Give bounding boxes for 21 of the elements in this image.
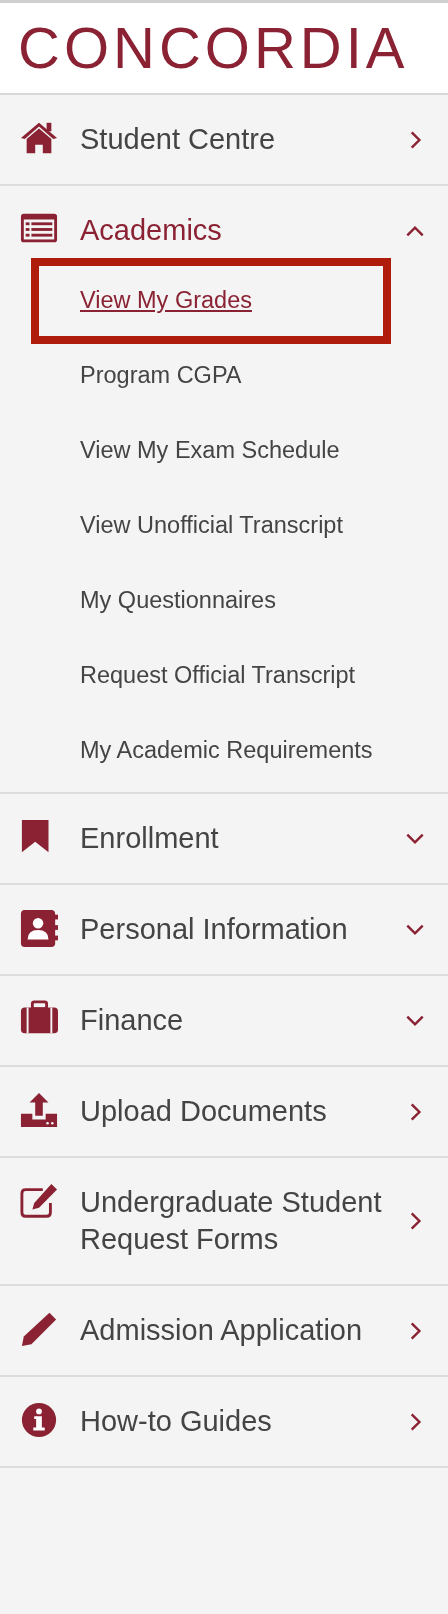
edit-icon	[20, 1182, 58, 1220]
upload-icon	[20, 1091, 58, 1129]
submenu-link[interactable]: Program CGPA	[80, 356, 242, 395]
menu-item[interactable]: Academics	[0, 186, 448, 263]
contact-book-icon	[20, 909, 58, 947]
submenu-link[interactable]: View Unofficial Transcript	[80, 506, 343, 545]
info-icon	[20, 1401, 58, 1439]
menu-item[interactable]: Finance	[0, 976, 448, 1065]
menu-item[interactable]: Personal Information	[0, 885, 448, 974]
submenu-link[interactable]: My Questionnaires	[80, 581, 276, 620]
submenu-link[interactable]: View My Exam Schedule	[80, 431, 340, 470]
menu-item[interactable]: Admission Application	[0, 1286, 448, 1375]
menu-item[interactable]: Undergraduate Student Request Forms	[0, 1158, 448, 1284]
pencil-icon	[20, 1310, 58, 1348]
submenu-link[interactable]: My Academic Requirements	[80, 731, 373, 770]
menu-item[interactable]: Enrollment	[0, 794, 448, 883]
submenu-link[interactable]: Request Official Transcript	[80, 656, 356, 695]
submenu-link[interactable]: View My Grades	[80, 281, 252, 320]
menu-item[interactable]: Student Centre	[0, 95, 448, 184]
menu-item[interactable]: How-to Guides	[0, 1377, 448, 1466]
menu-item[interactable]: Upload Documents	[0, 1067, 448, 1156]
